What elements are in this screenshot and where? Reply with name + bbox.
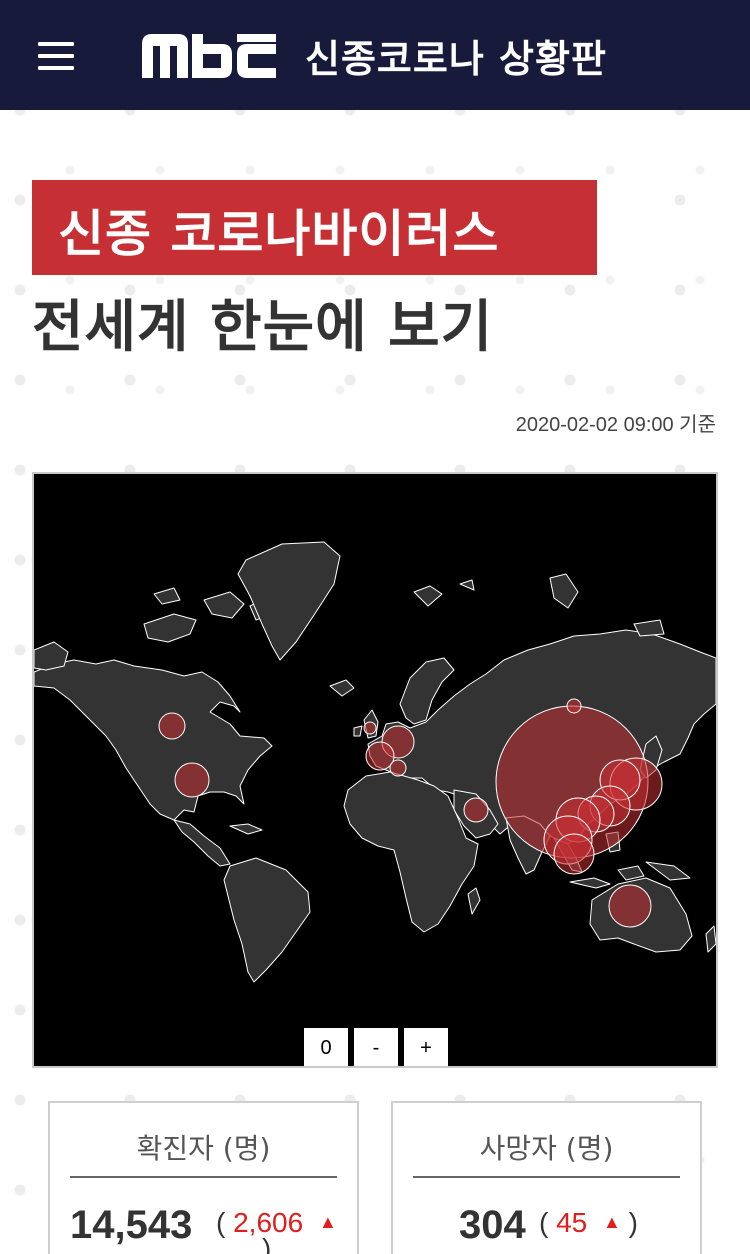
bubble-russia	[566, 698, 582, 714]
world-map[interactable]: 0 - +	[32, 472, 718, 1068]
bubble-australia	[608, 884, 652, 928]
confirmed-cases-card: 확진자 (명) 14,543 ( 2,606 ▲ )	[48, 1101, 359, 1254]
deaths-open-paren: (	[539, 1207, 549, 1238]
land-arctic-islands	[413, 573, 665, 637]
increase-arrow-icon: ▲	[603, 1212, 621, 1232]
bubble-usa	[174, 762, 210, 798]
mbc-logo[interactable]	[142, 34, 276, 78]
bubble-canada	[158, 712, 186, 740]
zoom-controls: 0 - +	[304, 1028, 448, 1066]
land-madagascar	[467, 887, 481, 915]
deaths-label: 사망자 (명)	[479, 1132, 614, 1165]
bubble-uae	[463, 797, 489, 823]
land-alaska	[34, 641, 69, 671]
top-navigation-bar: 신종코로나 상황판	[0, 0, 750, 110]
menu-icon[interactable]	[38, 42, 74, 70]
bubble-uk	[363, 721, 377, 735]
land-iceland	[329, 679, 355, 697]
confirmed-delta: ( 2,606 ▲	[216, 1207, 337, 1239]
land-new-zealand	[705, 925, 716, 953]
confirmed-divider	[70, 1176, 337, 1178]
world-map-canvas[interactable]	[34, 474, 716, 1066]
hero-banner-text: 신종 코로나바이러스	[58, 205, 500, 263]
deaths-value: 304	[459, 1203, 526, 1247]
bubble-singapore	[553, 833, 595, 875]
zoom-reset-button[interactable]: 0	[304, 1028, 348, 1066]
deaths-divider	[413, 1176, 680, 1178]
deaths-delta: ( 45 ▲ )	[539, 1207, 638, 1239]
confirmed-value: 14,543	[70, 1203, 193, 1247]
land-central-america	[173, 819, 231, 867]
page-title: 신종코로나 상황판	[305, 37, 607, 81]
land-greenland	[237, 541, 341, 661]
update-timestamp: 2020-02-02 09:00 기준	[515, 414, 716, 436]
deaths-close-paren: )	[628, 1207, 638, 1238]
hero-banner: 신종 코로나바이러스	[32, 180, 597, 275]
bubble-italy	[389, 759, 407, 777]
zoom-out-button[interactable]: -	[354, 1028, 398, 1066]
zoom-in-button[interactable]: +	[404, 1028, 448, 1066]
land-south-america	[223, 857, 311, 983]
land-caribbean	[229, 823, 263, 835]
hero-subtitle: 전세계 한눈에 보기	[32, 295, 494, 360]
increase-arrow-icon: ▲	[318, 1212, 337, 1232]
land-north-america	[34, 659, 273, 821]
deaths-delta-value: 45	[556, 1207, 588, 1238]
confirmed-label: 확진자 (명)	[136, 1132, 271, 1165]
confirmed-open-paren: (	[216, 1207, 226, 1238]
deaths-card: 사망자 (명) 304 ( 45 ▲ )	[391, 1101, 702, 1254]
confirmed-close-paren: )	[262, 1233, 272, 1254]
